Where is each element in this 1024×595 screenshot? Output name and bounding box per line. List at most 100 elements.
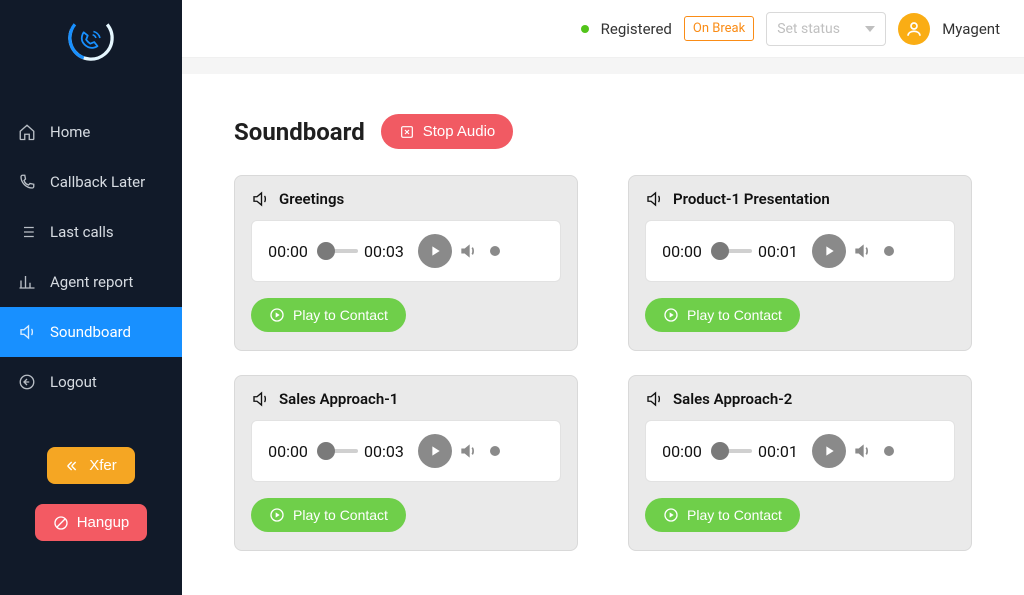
play-icon <box>427 243 443 259</box>
speaker-icon <box>251 190 269 208</box>
brand-logo <box>0 0 182 75</box>
list-icon <box>18 223 36 241</box>
play-icon <box>427 443 443 459</box>
sidebar-actions: Xfer Hangup <box>0 447 182 541</box>
volume-icon[interactable] <box>852 241 872 261</box>
stop-icon <box>399 124 415 140</box>
play-to-contact-button[interactable]: Play to Contact <box>645 298 800 332</box>
play-button[interactable] <box>418 434 452 468</box>
phone-logo-icon <box>65 12 117 64</box>
play-to-contact-label: Play to Contact <box>687 507 782 523</box>
sidebar: Home Callback Later Last calls Agent rep… <box>0 0 182 595</box>
card-title: Sales Approach-2 <box>673 390 792 408</box>
audio-player: 00:00 00:03 <box>251 420 561 482</box>
status-placeholder: Set status <box>777 21 840 37</box>
audio-player: 00:00 00:03 <box>251 220 561 282</box>
player-menu-button[interactable] <box>884 246 894 256</box>
sidebar-item-label: Soundboard <box>50 323 131 341</box>
time-current: 00:00 <box>658 242 706 261</box>
progress-knob-icon[interactable] <box>711 442 729 460</box>
logout-icon <box>18 373 36 391</box>
progress-knob-icon[interactable] <box>711 242 729 260</box>
page-title: Soundboard <box>234 118 365 146</box>
sidebar-item-label: Callback Later <box>50 173 145 191</box>
play-button[interactable] <box>418 234 452 268</box>
avatar[interactable] <box>898 13 930 45</box>
sidebar-item-lastcalls[interactable]: Last calls <box>0 207 182 257</box>
play-to-contact-button[interactable]: Play to Contact <box>251 298 406 332</box>
stop-audio-label: Stop Audio <box>423 123 496 140</box>
audio-player: 00:00 00:01 <box>645 420 955 482</box>
audio-player: 00:00 00:01 <box>645 220 955 282</box>
player-menu-button[interactable] <box>490 446 500 456</box>
soundboard-grid: Greetings 00:00 00:03 Play to Contact <box>234 175 972 551</box>
progress-knob-icon[interactable] <box>317 442 335 460</box>
status-select[interactable]: Set status <box>766 12 886 46</box>
sidebar-item-home[interactable]: Home <box>0 107 182 157</box>
sidebar-item-logout[interactable]: Logout <box>0 357 182 407</box>
sidebar-item-agentreport[interactable]: Agent report <box>0 257 182 307</box>
content-area: Soundboard Stop Audio Greetings 00:00 00… <box>182 74 1024 595</box>
volume-icon[interactable] <box>458 241 478 261</box>
arrows-icon <box>65 458 81 474</box>
sidebar-item-label: Last calls <box>50 223 114 241</box>
time-total: 00:01 <box>758 442 806 461</box>
sidebar-nav: Home Callback Later Last calls Agent rep… <box>0 107 182 407</box>
time-total: 00:03 <box>364 242 412 261</box>
page-head: Soundboard Stop Audio <box>234 114 972 149</box>
card-title: Product-1 Presentation <box>673 190 830 208</box>
time-current: 00:00 <box>264 242 312 261</box>
speaker-icon <box>645 390 663 408</box>
progress-knob-icon[interactable] <box>317 242 335 260</box>
progress-track[interactable] <box>712 249 752 253</box>
play-to-contact-label: Play to Contact <box>293 507 388 523</box>
hangup-button[interactable]: Hangup <box>35 504 148 541</box>
time-total: 00:01 <box>758 242 806 261</box>
sound-card: Sales Approach-1 00:00 00:03 Play to Con… <box>234 375 578 551</box>
sidebar-item-soundboard[interactable]: Soundboard <box>0 307 182 357</box>
progress-track[interactable] <box>712 449 752 453</box>
sidebar-item-label: Logout <box>50 373 97 391</box>
sidebar-item-label: Agent report <box>50 273 133 291</box>
block-icon <box>53 515 69 531</box>
status-dot-icon <box>581 25 589 33</box>
play-to-contact-button[interactable]: Play to Contact <box>251 498 406 532</box>
player-menu-button[interactable] <box>490 246 500 256</box>
time-current: 00:00 <box>264 442 312 461</box>
user-icon <box>905 20 923 38</box>
play-icon <box>821 243 837 259</box>
volume-icon[interactable] <box>852 441 872 461</box>
progress-track[interactable] <box>318 449 358 453</box>
play-to-contact-label: Play to Contact <box>293 307 388 323</box>
play-to-contact-button[interactable]: Play to Contact <box>645 498 800 532</box>
play-circle-icon <box>663 507 679 523</box>
xfer-button[interactable]: Xfer <box>47 447 135 484</box>
topbar: Registered On Break Set status Myagent <box>182 0 1024 58</box>
play-circle-icon <box>269 507 285 523</box>
progress-track[interactable] <box>318 249 358 253</box>
time-current: 00:00 <box>658 442 706 461</box>
time-total: 00:03 <box>364 442 412 461</box>
play-icon <box>821 443 837 459</box>
sound-card: Greetings 00:00 00:03 Play to Contact <box>234 175 578 351</box>
break-badge: On Break <box>684 16 754 41</box>
sound-card: Sales Approach-2 00:00 00:01 Play to Con… <box>628 375 972 551</box>
bars-icon <box>18 273 36 291</box>
sidebar-item-callback[interactable]: Callback Later <box>0 157 182 207</box>
phone-icon <box>18 173 36 191</box>
player-menu-button[interactable] <box>884 446 894 456</box>
play-to-contact-label: Play to Contact <box>687 307 782 323</box>
username-label: Myagent <box>942 20 1000 38</box>
play-button[interactable] <box>812 234 846 268</box>
xfer-label: Xfer <box>89 457 117 474</box>
stop-audio-button[interactable]: Stop Audio <box>381 114 514 149</box>
sidebar-item-label: Home <box>50 123 90 141</box>
play-circle-icon <box>269 307 285 323</box>
home-icon <box>18 123 36 141</box>
play-button[interactable] <box>812 434 846 468</box>
speaker-icon <box>645 190 663 208</box>
volume-icon[interactable] <box>458 441 478 461</box>
sound-card: Product-1 Presentation 00:00 00:01 Play … <box>628 175 972 351</box>
chevron-down-icon <box>865 26 875 32</box>
main-column: Registered On Break Set status Myagent S… <box>182 0 1024 595</box>
